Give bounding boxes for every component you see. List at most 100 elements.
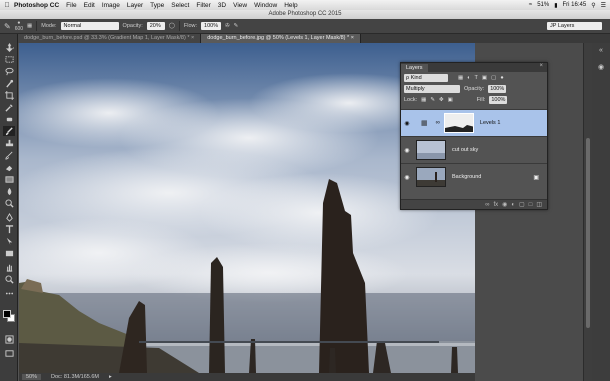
airbrush-icon[interactable]: ✇ [225,23,230,29]
adjustment-filter-icon[interactable]: ◐ [467,75,470,81]
menu-file[interactable]: File [66,2,76,9]
menu-window[interactable]: Window [254,2,277,9]
new-adjustment-icon[interactable]: ◐ [511,202,515,208]
close-icon[interactable]: × [539,63,543,69]
collapse-icon[interactable]: « [596,47,606,56]
vertical-scrollbar[interactable] [583,43,592,381]
menu-view[interactable]: View [233,2,247,9]
foreground-color-swatch[interactable] [3,310,11,318]
clock[interactable]: Fri 16:45 [563,2,587,8]
kind-filter-select[interactable]: ρ Kind [404,73,448,82]
brush-tool-icon[interactable]: ✎ [4,22,11,31]
brush-size-preset[interactable]: ● 600 [15,20,23,32]
close-icon[interactable]: × [191,35,194,41]
flow-label: Flow: [183,23,198,29]
doc-size[interactable]: Doc: 81.3M/165.6M [51,374,99,380]
scrollbar-thumb[interactable] [586,138,590,328]
move-tool-icon[interactable] [3,42,15,52]
layer-thumbnail[interactable] [416,167,446,187]
app-menu[interactable]: Photoshop CC [14,2,59,9]
visibility-eye-icon[interactable]: ◉ [401,120,413,127]
link-icon[interactable]: ∞ [436,120,440,126]
menu-filter[interactable]: Filter [196,2,210,9]
pixel-filter-icon[interactable]: ▦ [458,75,463,81]
link-layers-icon[interactable]: ∞ [485,202,489,208]
layer-row-cut-out-sky[interactable]: ◉ cut out sky [401,136,547,163]
path-select-tool-icon[interactable] [3,236,15,246]
quick-mask-icon[interactable] [3,334,15,344]
fill-input[interactable]: 100% [489,95,508,104]
blur-tool-icon[interactable] [3,186,15,196]
layers-tab[interactable]: Layers [401,64,428,72]
healing-brush-tool-icon[interactable] [3,114,15,124]
tab-dodge-burn-jpg[interactable]: dodge_burn_before.jpg @ 50% (Levels 1, L… [201,34,361,43]
lock-position-icon[interactable]: ✥ [439,97,444,103]
marquee-tool-icon[interactable] [3,54,15,64]
lasso-tool-icon[interactable] [3,66,15,76]
eyedropper-tool-icon[interactable] [3,102,15,112]
filter-toggle-icon[interactable]: ● [500,75,503,81]
flow-input[interactable]: 100% [201,22,222,30]
menu-image[interactable]: Image [102,2,120,9]
mode-select[interactable]: Normal [60,22,119,30]
list-icon[interactable]: ☰ [601,2,606,9]
menu-3d[interactable]: 3D [218,2,226,9]
menu-layer[interactable]: Layer [127,2,143,9]
new-group-icon[interactable]: ▢ [519,201,525,208]
add-mask-icon[interactable]: ◉ [502,201,507,208]
new-layer-icon[interactable]: □ [529,202,533,208]
close-icon[interactable]: × [351,35,354,41]
menu-help[interactable]: Help [284,2,297,9]
smart-object-filter-icon[interactable]: ▢ [491,75,496,81]
lock-transparent-icon[interactable]: ▦ [421,97,426,103]
fx-icon[interactable]: fx [493,202,498,208]
layer-name[interactable]: cut out sky [452,147,547,153]
brush-tool-icon[interactable] [3,126,15,136]
shape-tool-icon[interactable] [3,248,15,258]
visibility-eye-icon[interactable]: ◉ [401,174,413,181]
trash-icon[interactable]: ◫ [536,201,542,208]
layer-row-background[interactable]: ◉ Background ▣ [401,163,547,190]
layer-mask-thumbnail[interactable] [443,113,474,133]
stamp-tool-icon[interactable] [3,138,15,148]
layers-panel-icon[interactable]: ◉ [596,63,606,72]
brush-panel-icon[interactable]: ▦ [27,23,32,29]
menu-select[interactable]: Select [171,2,189,9]
menu-edit[interactable]: Edit [84,2,95,9]
battery-label[interactable]: 51% [537,2,549,8]
type-tool-icon[interactable] [3,224,15,234]
type-filter-icon[interactable]: T [475,75,478,81]
workspace-select[interactable]: JP Layers [547,22,602,30]
layer-name[interactable]: Levels 1 [480,120,547,126]
history-brush-tool-icon[interactable] [3,150,15,160]
blend-mode-select[interactable]: Multiply [404,84,460,93]
lock-all-icon[interactable]: ▣ [448,97,453,103]
shape-filter-icon[interactable]: ▣ [482,75,487,81]
status-arrow-icon[interactable]: ▸ [109,374,112,380]
zoom-level[interactable]: 50% [22,374,42,380]
quick-select-tool-icon[interactable] [3,78,15,88]
visibility-eye-icon[interactable]: ◉ [401,147,413,154]
dodge-tool-icon[interactable] [3,198,15,208]
wifi-icon[interactable]: ≈ [529,2,532,8]
gradient-tool-icon[interactable] [3,174,15,184]
layer-row-levels-1[interactable]: ◉ ▦ ∞ Levels 1 [401,109,547,136]
pressure-opacity-icon[interactable]: ◯ [169,23,175,29]
menu-type[interactable]: Type [150,2,164,9]
more-tools-icon[interactable] [3,288,15,298]
apple-icon[interactable]:  [0,2,14,9]
lock-image-icon[interactable]: ✎ [430,97,435,103]
eraser-tool-icon[interactable] [3,162,15,172]
tab-dodge-burn-psd[interactable]: dodge_burn_before.psd @ 33.3% (Gradient … [18,34,202,43]
screen-mode-icon[interactable] [3,348,15,358]
pressure-size-icon[interactable]: ✎ [234,23,239,29]
pen-tool-icon[interactable] [3,212,15,222]
opacity-input[interactable]: 20% [146,22,165,30]
search-icon[interactable]: ⚲ [591,2,595,9]
opacity-input[interactable]: 100% [488,84,507,93]
zoom-tool-icon[interactable] [3,274,15,284]
layer-name[interactable]: Background [452,174,533,180]
hand-tool-icon[interactable] [3,262,15,272]
crop-tool-icon[interactable] [3,90,15,100]
layer-thumbnail[interactable] [416,140,446,160]
